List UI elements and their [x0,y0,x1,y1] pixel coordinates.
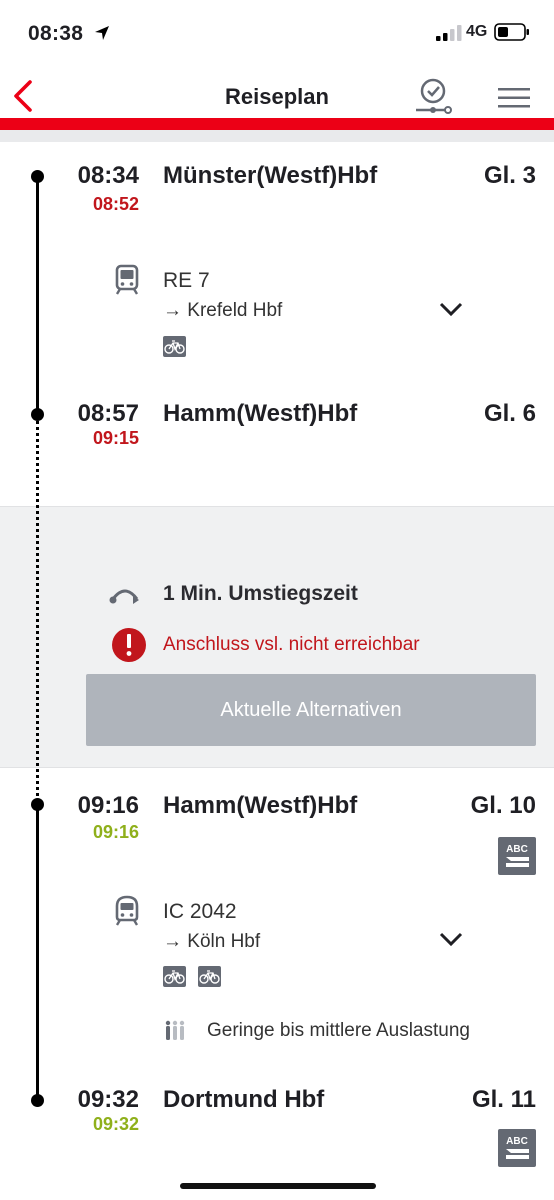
bicycle-icon [163,966,186,987]
realtime-departure: 08:52 [92,194,139,214]
home-indicator[interactable] [180,1183,376,1189]
alternatives-button[interactable]: Aktuelle Alternativen [86,674,536,746]
status-time: 08:38 [28,22,84,45]
departure-time: 08:34 [77,162,139,189]
track-number: Gl. 6 [483,400,536,427]
timeline-walk-dots [36,414,39,804]
cell-signal-icon [436,25,462,41]
station-name[interactable]: Dortmund Hbf [163,1086,324,1114]
timeline-line [36,176,39,414]
departure-time: 09:16 [77,792,139,819]
status-bar: 08:38 4G [0,0,554,66]
train-name: IC 2042 [163,900,237,923]
train-direction: → Köln Hbf [163,931,261,952]
header-divider [0,130,554,142]
alert-icon [112,628,146,662]
location-arrow-icon [95,26,109,40]
realtime-arrival: 09:32 [92,1114,139,1134]
regional-train-icon [115,264,139,295]
transfer-time: 1 Min. Umstiegszeit [163,582,358,605]
timeline-stop [31,1094,44,1107]
track-number: Gl. 11 [471,1086,536,1113]
realtime-arrival: 09:15 [92,428,139,448]
connection-warning: Anschluss vsl. nicht erreichbar [163,634,420,655]
occupancy-icon [165,1020,185,1040]
occupancy-text: Geringe bis mittlere Auslastung [207,1020,470,1041]
train-direction: → Krefeld Hbf [163,300,283,321]
battery-icon [494,23,529,41]
bicycle-reservation-icon [198,966,221,987]
timeline-line [36,804,39,1100]
track-number: Gl. 10 [470,792,536,819]
timeline-stop [31,798,44,811]
chevron-down-icon[interactable] [438,930,464,948]
bicycle-icon [163,336,186,357]
abc-label: ABC [506,1136,528,1147]
page-title: Reiseplan [225,84,329,109]
station-name[interactable]: Münster(Westf)Hbf [163,162,377,190]
timeline-stop [31,408,44,421]
station-name[interactable]: Hamm(Westf)Hbf [163,792,357,820]
arrival-time: 09:32 [77,1086,139,1113]
walk-transfer-icon [109,589,139,604]
realtime-departure: 09:16 [92,822,139,842]
nav-bar: Reiseplan [0,66,554,118]
station-name[interactable]: Hamm(Westf)Hbf [163,400,357,428]
chevron-down-icon[interactable] [438,300,464,318]
wagon-order-icon[interactable]: ABC [498,837,536,875]
arrival-time: 08:57 [77,400,139,427]
timeline-stop [31,170,44,183]
track-number: Gl. 3 [483,162,536,189]
wagon-order-icon[interactable]: ABC [498,1129,536,1167]
brand-bar [0,118,554,130]
train-name: RE 7 [163,269,210,292]
clock-track-icon[interactable] [412,76,454,118]
hamburger-menu-icon[interactable] [498,86,530,110]
abc-label: ABC [506,844,528,855]
network-type: 4G [466,23,488,40]
intercity-train-icon [115,895,139,926]
